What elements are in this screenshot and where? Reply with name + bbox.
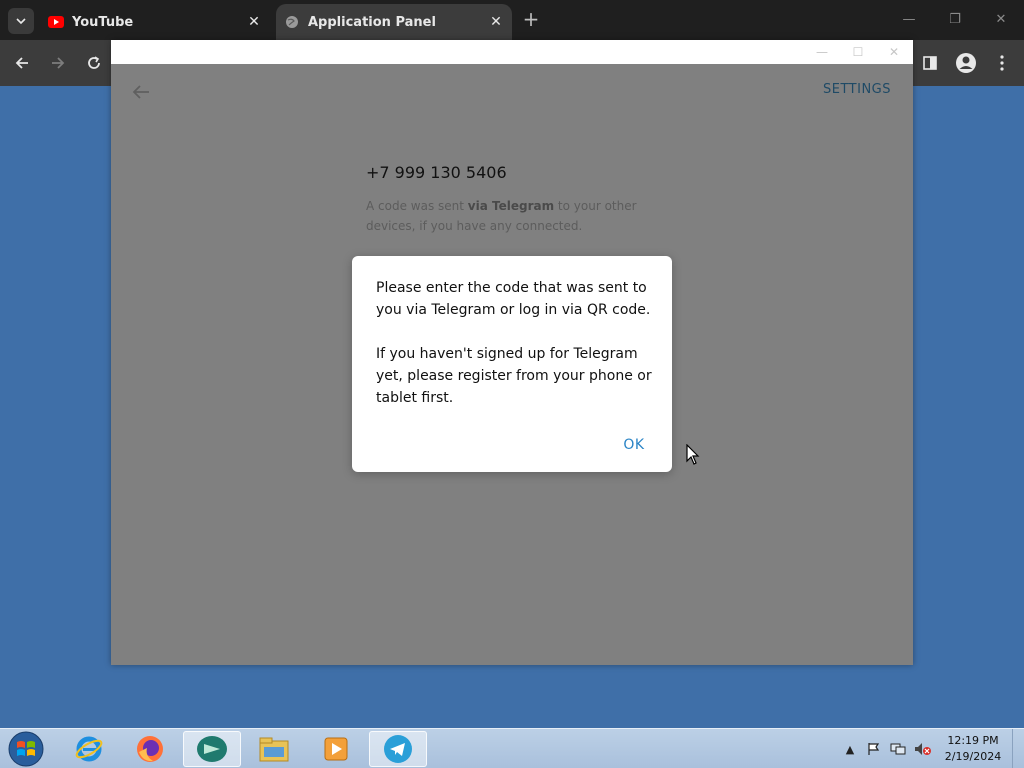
action-center-flag-icon[interactable] (864, 737, 884, 761)
forward-button[interactable] (47, 52, 69, 74)
taskbar-telegram[interactable] (369, 731, 427, 767)
close-tab-icon[interactable]: ✕ (488, 14, 504, 30)
new-tab-button[interactable]: + (520, 7, 542, 31)
profile-icon (956, 53, 976, 73)
dialog-paragraph-1: Please enter the code that was sent to y… (376, 280, 651, 318)
dialog-paragraph-2: If you haven't signed up for Telegram ye… (376, 346, 652, 406)
info-dialog: Please enter the code that was sent to y… (352, 256, 672, 472)
ok-button[interactable]: OK (614, 434, 654, 456)
network-icon[interactable] (888, 737, 908, 761)
tab-label: YouTube (72, 14, 134, 30)
reload-icon (88, 56, 100, 69)
mouse-cursor-icon (686, 444, 700, 465)
code-sent-hint: A code was sent via Telegram to your oth… (366, 196, 646, 240)
file-explorer-icon (259, 737, 289, 762)
youtube-icon (48, 14, 64, 30)
back-arrow-icon[interactable] (127, 80, 155, 104)
app-icon (197, 736, 227, 762)
back-button[interactable] (11, 52, 33, 74)
tab-youtube[interactable]: YouTube ✕ (40, 4, 270, 40)
clock-time: 12:19 PM (947, 734, 999, 747)
phone-number: +7 999 130 5406 (366, 163, 507, 182)
window-titlebar: — ☐ ✕ (111, 40, 913, 64)
taskbar: ▲ 12:19 PM 2/19/2024 (0, 728, 1024, 768)
arrow-left-icon (15, 57, 28, 69)
maximize-icon[interactable]: ☐ (846, 42, 870, 62)
firefox-icon (137, 736, 163, 762)
side-panel-button[interactable] (917, 50, 943, 76)
restore-icon[interactable]: ❐ (940, 6, 970, 32)
telegram-icon (384, 735, 412, 763)
settings-link[interactable]: SETTINGS (811, 82, 891, 102)
start-button[interactable] (6, 730, 46, 768)
hint-bold: via Telegram (467, 199, 555, 213)
show-hidden-icons-icon[interactable]: ▲ (842, 737, 858, 761)
internet-explorer-icon (75, 736, 103, 762)
chevron-down-icon (16, 18, 26, 25)
clock-date: 2/19/2024 (944, 750, 1002, 763)
taskbar-firefox[interactable] (121, 731, 179, 767)
show-desktop-button[interactable] (1012, 729, 1024, 768)
reload-button[interactable] (83, 52, 105, 74)
browser-tab-bar: YouTube ✕ Application Panel ✕ + — ❐ ✕ (0, 0, 1024, 40)
taskbar-media-player[interactable] (307, 731, 365, 767)
media-player-icon (324, 737, 348, 761)
menu-button[interactable] (989, 50, 1015, 76)
side-panel-icon (923, 56, 937, 70)
tab-search-button[interactable] (8, 8, 34, 34)
volume-muted-icon[interactable] (912, 737, 934, 761)
globe-icon (284, 14, 300, 30)
windows-start-icon (8, 731, 44, 767)
close-window-icon[interactable]: ✕ (986, 6, 1016, 32)
minimize-icon[interactable]: — (894, 6, 924, 32)
hint-prefix: A code was sent (366, 199, 468, 213)
tab-application-panel[interactable]: Application Panel ✕ (276, 4, 512, 40)
arrow-right-icon (52, 57, 65, 69)
tab-label: Application Panel (308, 14, 436, 30)
profile-button[interactable] (953, 50, 979, 76)
taskbar-app[interactable] (183, 731, 241, 767)
taskbar-file-explorer[interactable] (245, 731, 303, 767)
dialog-body: Please enter the code that was sent to y… (376, 277, 656, 431)
minimize-icon[interactable]: — (810, 42, 834, 62)
close-tab-icon[interactable]: ✕ (246, 14, 262, 30)
taskbar-internet-explorer[interactable] (60, 731, 118, 767)
system-clock[interactable]: 12:19 PM 2/19/2024 (940, 733, 1006, 767)
close-window-icon[interactable]: ✕ (882, 42, 906, 62)
more-vert-icon (1000, 55, 1004, 71)
